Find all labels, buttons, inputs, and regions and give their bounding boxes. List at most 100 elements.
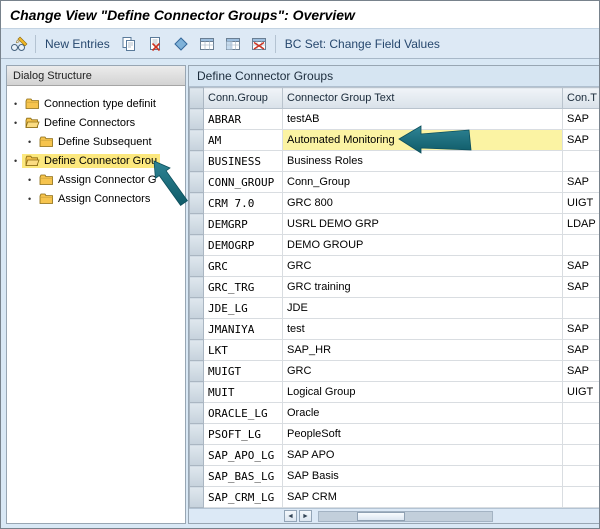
tree-item-connection-type-definit[interactable]: • Connection type definit: [7, 94, 185, 113]
row-selector[interactable]: [189, 276, 204, 298]
row-selector[interactable]: [189, 129, 204, 151]
column-header-conn-group[interactable]: Conn.Group: [203, 87, 283, 109]
group-text-cell[interactable]: GRC: [282, 360, 563, 382]
row-selector[interactable]: [189, 486, 204, 508]
row-selector[interactable]: [189, 108, 204, 130]
conn-type-cell[interactable]: [562, 150, 599, 172]
group-text-cell[interactable]: Logical Group: [282, 381, 563, 403]
conn-type-cell[interactable]: [562, 486, 599, 508]
deselect-all-icon[interactable]: [249, 35, 269, 53]
group-text-cell[interactable]: Business Roles: [282, 150, 563, 172]
conn-group-cell[interactable]: BUSINESS: [203, 150, 283, 172]
conn-type-cell[interactable]: SAP: [562, 129, 599, 151]
copy-as-icon[interactable]: [119, 35, 139, 53]
conn-group-cell[interactable]: GRC: [203, 255, 283, 277]
group-text-cell[interactable]: Conn_Group: [282, 171, 563, 193]
conn-type-cell[interactable]: [562, 444, 599, 466]
group-text-cell[interactable]: GRC training: [282, 276, 563, 298]
scrollbar-thumb[interactable]: [357, 511, 405, 521]
scrollbar-track[interactable]: [318, 510, 493, 522]
conn-group-cell[interactable]: SAP_APO_LG: [203, 444, 283, 466]
conn-type-cell[interactable]: SAP: [562, 171, 599, 193]
row-selector[interactable]: [189, 297, 204, 319]
conn-group-cell[interactable]: LKT: [203, 339, 283, 361]
conn-type-cell[interactable]: SAP: [562, 339, 599, 361]
conn-group-cell[interactable]: SAP_BAS_LG: [203, 465, 283, 487]
automated-monitoring-cell[interactable]: Automated Monitoring: [282, 129, 563, 151]
group-text-cell[interactable]: Oracle: [282, 402, 563, 424]
row-selector[interactable]: [189, 381, 204, 403]
conn-type-cell[interactable]: LDAP: [562, 213, 599, 235]
conn-group-cell[interactable]: CRM 7.0: [203, 192, 283, 214]
conn-type-cell[interactable]: SAP: [562, 276, 599, 298]
tree-item-assign-connector-g[interactable]: • Assign Connector G: [7, 170, 185, 189]
conn-group-cell[interactable]: CONN_GROUP: [203, 171, 283, 193]
scroll-left-button[interactable]: ◄: [284, 510, 297, 522]
row-selector[interactable]: [189, 192, 204, 214]
table-row: SAP_CRM_LG SAP CRM: [189, 486, 599, 508]
group-text-cell[interactable]: SAP APO: [282, 444, 563, 466]
group-text-cell[interactable]: SAP Basis: [282, 465, 563, 487]
conn-group-cell[interactable]: JDE_LG: [203, 297, 283, 319]
conn-type-cell[interactable]: [562, 297, 599, 319]
row-selector[interactable]: [189, 444, 204, 466]
new-entries-button[interactable]: New Entries: [42, 36, 113, 52]
conn-group-cell[interactable]: DEMGRP: [203, 213, 283, 235]
conn-type-cell[interactable]: [562, 402, 599, 424]
conn-group-cell[interactable]: ORACLE_LG: [203, 402, 283, 424]
conn-group-cell[interactable]: JMANIYA: [203, 318, 283, 340]
group-text-cell[interactable]: JDE: [282, 297, 563, 319]
group-text-cell[interactable]: test: [282, 318, 563, 340]
tree-item-assign-connectors[interactable]: • Assign Connectors: [7, 189, 185, 208]
conn-group-cell[interactable]: ABRAR: [203, 108, 283, 130]
group-text-cell[interactable]: testAB: [282, 108, 563, 130]
display-change-icon[interactable]: [9, 35, 29, 53]
group-text-cell[interactable]: DEMO GROUP: [282, 234, 563, 256]
column-header-connector-group-text[interactable]: Connector Group Text: [282, 87, 563, 109]
row-selector[interactable]: [189, 318, 204, 340]
select-all-icon[interactable]: [197, 35, 217, 53]
group-text-cell[interactable]: SAP_HR: [282, 339, 563, 361]
row-selector[interactable]: [189, 360, 204, 382]
table-row: LKT SAP_HR SAP: [189, 339, 599, 361]
conn-type-cell[interactable]: UIGT: [562, 192, 599, 214]
conn-type-cell[interactable]: SAP: [562, 360, 599, 382]
conn-type-cell[interactable]: [562, 234, 599, 256]
conn-group-cell[interactable]: SAP_CRM_LG: [203, 486, 283, 508]
row-selector[interactable]: [189, 255, 204, 277]
conn-group-cell[interactable]: PSOFT_LG: [203, 423, 283, 445]
scroll-right-button[interactable]: ►: [299, 510, 312, 522]
conn-type-cell[interactable]: [562, 423, 599, 445]
conn-group-cell[interactable]: MUIGT: [203, 360, 283, 382]
row-selector[interactable]: [189, 234, 204, 256]
row-selector[interactable]: [189, 213, 204, 235]
conn-group-cell[interactable]: GRC_TRG: [203, 276, 283, 298]
tree-item-define-connector-grou[interactable]: • Define Connector Grou: [7, 151, 185, 170]
tree-item-define-subsequent[interactable]: • Define Subsequent: [7, 132, 185, 151]
bc-set-change-field-values-button[interactable]: BC Set: Change Field Values: [282, 36, 443, 52]
conn-group-cell[interactable]: DEMOGRP: [203, 234, 283, 256]
conn-type-cell[interactable]: [562, 465, 599, 487]
group-text-cell[interactable]: GRC: [282, 255, 563, 277]
conn-type-cell[interactable]: SAP: [562, 108, 599, 130]
conn-group-cell[interactable]: MUIT: [203, 381, 283, 403]
undo-change-icon[interactable]: [171, 35, 191, 53]
conn-group-cell[interactable]: AM: [203, 129, 283, 151]
column-header-con-t[interactable]: Con.T: [562, 87, 599, 109]
group-text-cell[interactable]: SAP CRM: [282, 486, 563, 508]
group-text-cell[interactable]: USRL DEMO GRP: [282, 213, 563, 235]
conn-type-cell[interactable]: UIGT: [562, 381, 599, 403]
conn-type-cell[interactable]: SAP: [562, 318, 599, 340]
row-selector[interactable]: [189, 171, 204, 193]
tree-item-define-connectors[interactable]: • Define Connectors: [7, 113, 185, 132]
conn-type-cell[interactable]: SAP: [562, 255, 599, 277]
group-text-cell[interactable]: GRC 800: [282, 192, 563, 214]
group-text-cell[interactable]: PeopleSoft: [282, 423, 563, 445]
row-selector[interactable]: [189, 402, 204, 424]
delete-entry-icon[interactable]: [145, 35, 165, 53]
row-selector[interactable]: [189, 339, 204, 361]
row-selector[interactable]: [189, 423, 204, 445]
select-block-icon[interactable]: [223, 35, 243, 53]
row-selector[interactable]: [189, 465, 204, 487]
row-selector[interactable]: [189, 150, 204, 172]
